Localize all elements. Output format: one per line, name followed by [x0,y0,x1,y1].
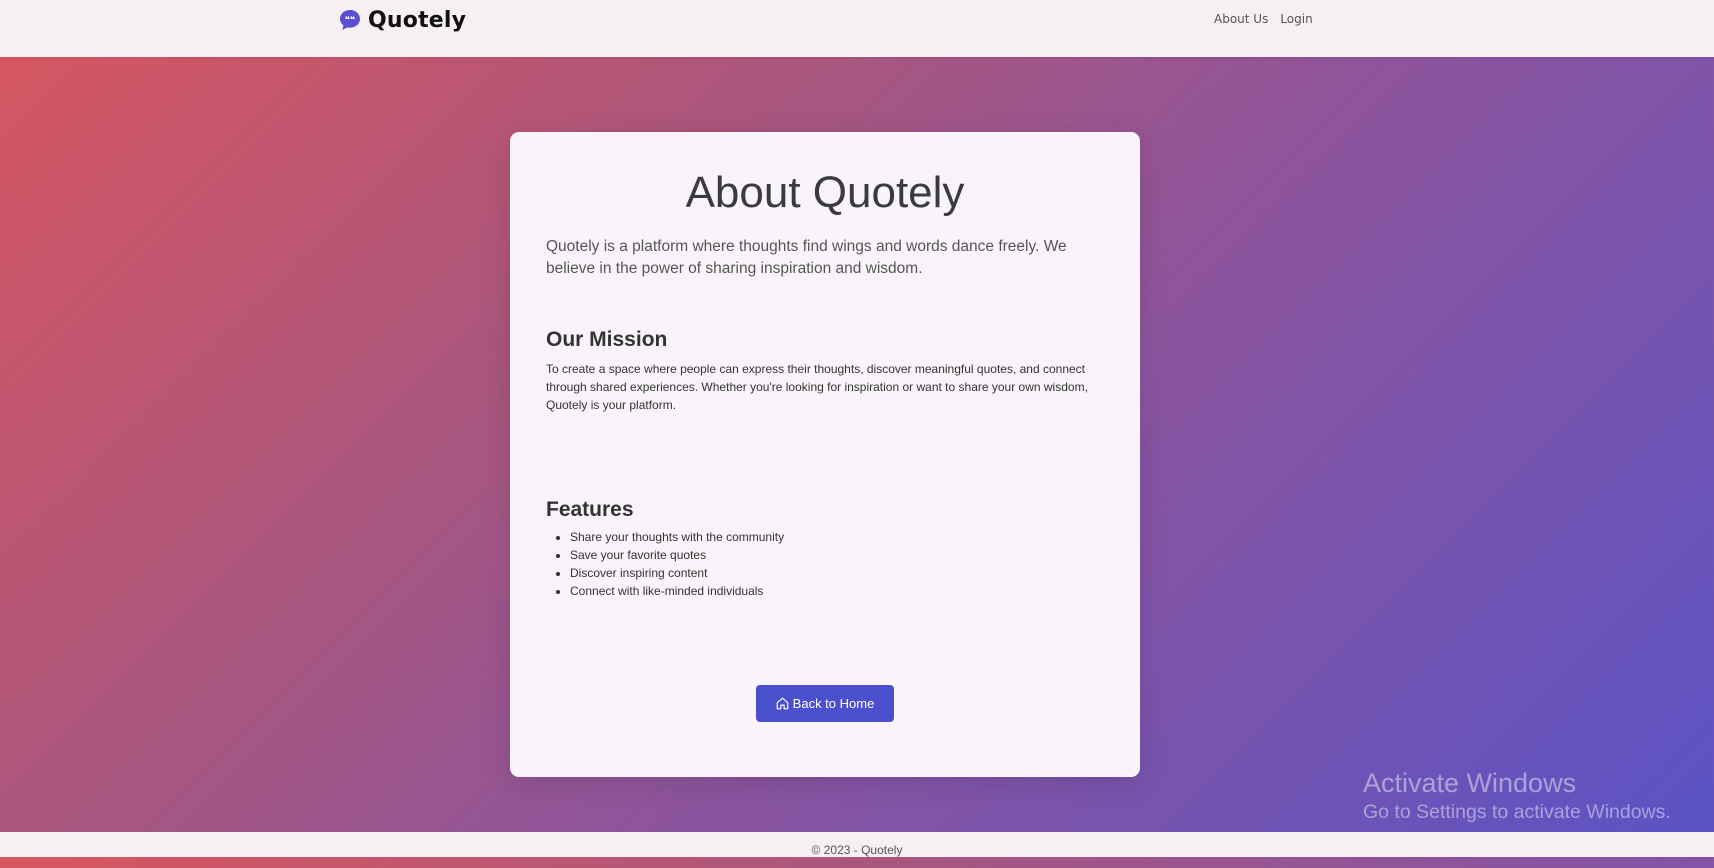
features-list: Share your thoughts with the community S… [546,528,784,600]
navbar: ❝❝ Quotely About Us Login [0,0,1714,57]
back-button-label: Back to Home [792,696,875,711]
footer: © 2023 - Quotely [0,832,1714,857]
list-item: Connect with like-minded individuals [570,582,784,600]
watermark-subtitle: Go to Settings to activate Windows. [1363,801,1671,823]
home-icon [776,697,789,710]
svg-text:❝❝: ❝❝ [345,16,356,26]
watermark-title: Activate Windows [1363,768,1577,798]
list-item: Save your favorite quotes [570,546,784,564]
brand-link[interactable]: ❝❝ Quotely [338,6,466,34]
intro-text: Quotely is a platform where thoughts fin… [546,238,1067,277]
nav-links: About Us Login [1214,12,1313,26]
brand-name: Quotely [368,7,467,33]
about-card: About Quotely Quotely is a platform wher… [510,132,1140,777]
features-heading: Features [546,498,634,521]
list-item: Discover inspiring content [570,564,784,582]
list-item: Share your thoughts with the community [570,528,784,546]
nav-about-us[interactable]: About Us [1214,12,1268,26]
activate-windows-watermark: Activate Windows Go to Settings to activ… [1363,766,1671,824]
mission-text: To create a space where people can expre… [546,362,1088,412]
quote-bubble-icon: ❝❝ [340,10,360,30]
page-title: About Quotely [685,168,965,217]
mission-heading: Our Mission [546,328,668,351]
nav-login[interactable]: Login [1280,12,1312,26]
footer-copyright: © 2023 - Quotely [811,843,903,857]
back-to-home-button[interactable]: Back to Home [756,685,894,722]
